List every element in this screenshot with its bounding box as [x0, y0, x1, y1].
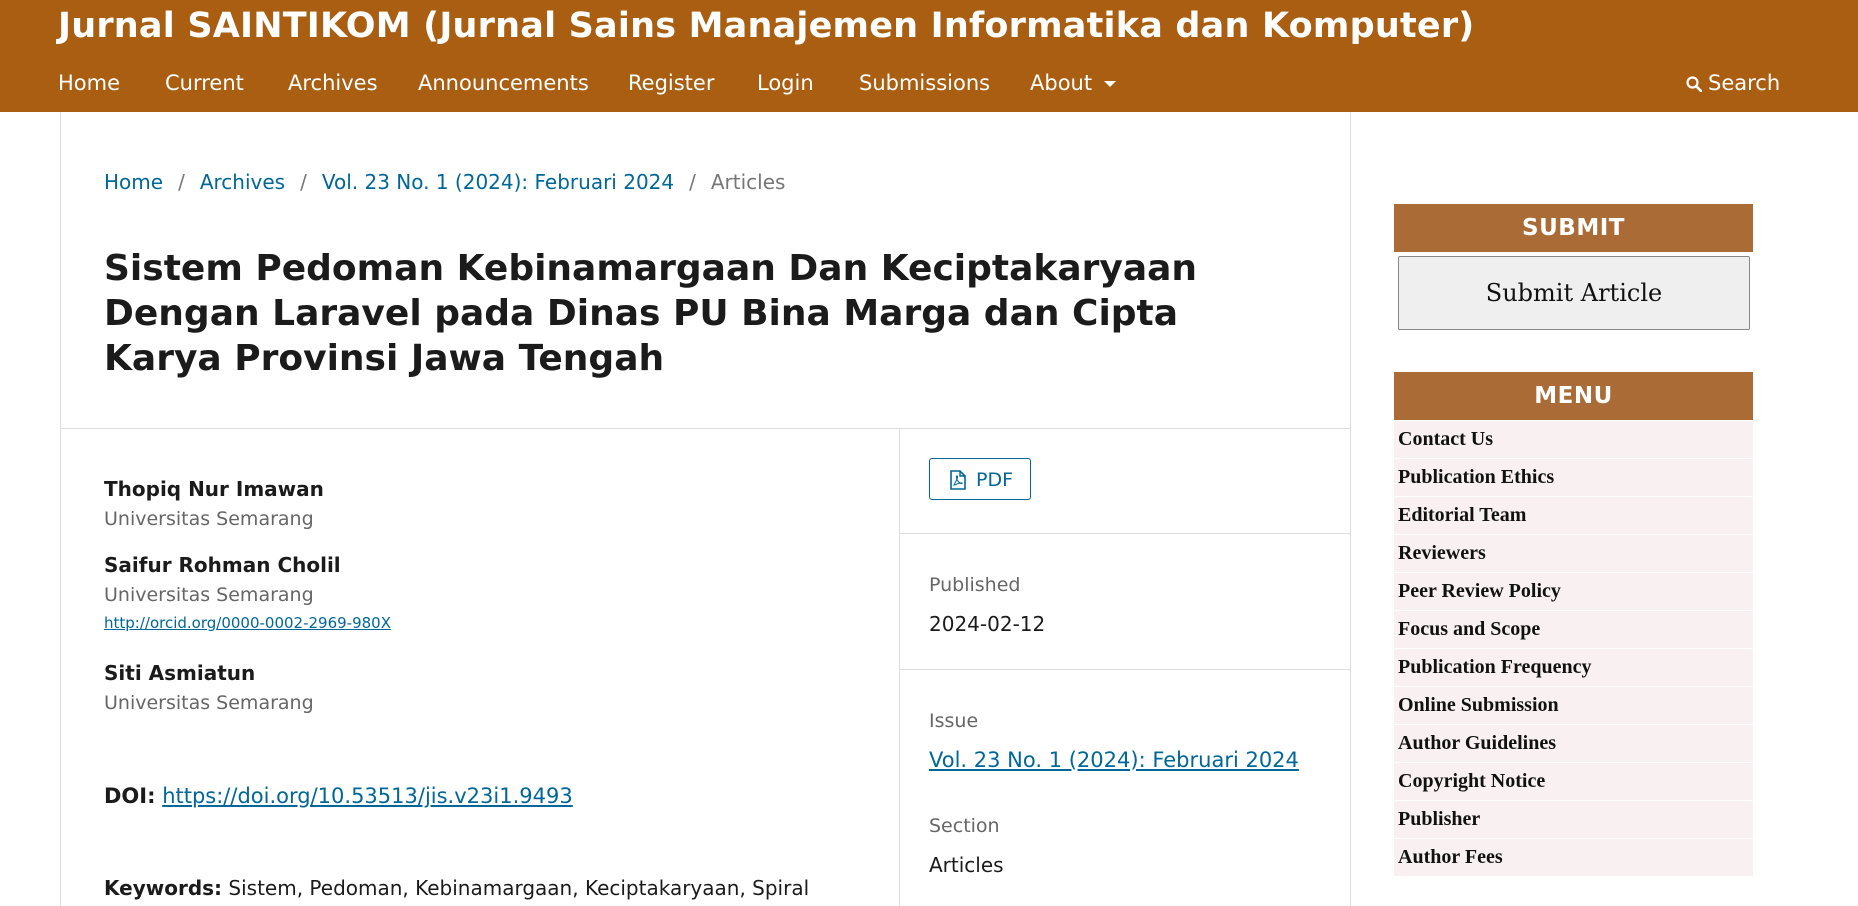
menu-item-peer-review-policy[interactable]: Peer Review Policy	[1394, 573, 1753, 610]
issue-label: Issue	[929, 710, 979, 732]
submit-article-button[interactable]: Submit Article	[1398, 256, 1750, 330]
sidebar-menu: Contact Us Publication Ethics Editorial …	[1394, 421, 1753, 877]
menu-item-author-guidelines[interactable]: Author Guidelines	[1394, 725, 1753, 762]
article-title: Sistem Pedoman Kebinamargaan Dan Kecipta…	[104, 248, 1198, 379]
keywords-label: Keywords:	[104, 876, 223, 900]
author-name: Thopiq Nur Imawan	[104, 477, 324, 501]
author-affiliation: Universitas Semarang	[104, 692, 314, 714]
doi-row: DOI: https://doi.org/10.53513/jis.v23i1.…	[104, 784, 573, 808]
breadcrumb: Home / Archives / Vol. 23 No. 1 (2024): Febr…	[104, 166, 785, 198]
site-header: Jurnal SAINTIKOM (Jurnal Sains Manajemen…	[0, 0, 1858, 112]
breadcrumb-separator: /	[300, 170, 307, 194]
nav-about-dropdown[interactable]: About	[1030, 66, 1117, 100]
orcid-link[interactable]: http://orcid.org/0000-0002-2969-980X	[104, 614, 391, 632]
published-date: 2024-02-12	[929, 612, 1046, 636]
nav-current[interactable]: Current	[165, 66, 244, 100]
menu-item-publication-frequency[interactable]: Publication Frequency	[1394, 649, 1753, 686]
nav-login[interactable]: Login	[757, 66, 814, 100]
breadcrumb-current: Articles	[710, 170, 786, 194]
search-label: Search	[1708, 71, 1781, 95]
pdf-download-button[interactable]: PDF	[929, 458, 1031, 500]
breadcrumb-separator: /	[178, 170, 185, 194]
search-link[interactable]: Search	[1686, 66, 1780, 100]
search-icon	[1686, 76, 1702, 92]
divider	[61, 428, 1350, 429]
author-name: Siti Asmiatun	[104, 661, 256, 685]
breadcrumb-issue[interactable]: Vol. 23 No. 1 (2024): Februari 2024	[322, 170, 674, 194]
nav-archives[interactable]: Archives	[288, 66, 378, 100]
nav-submissions[interactable]: Submissions	[859, 66, 990, 100]
breadcrumb-home[interactable]: Home	[104, 170, 163, 194]
menu-heading: MENU	[1394, 372, 1753, 420]
doi-link[interactable]: https://doi.org/10.53513/jis.v23i1.9493	[162, 784, 573, 808]
article-panel: Home / Archives / Vol. 23 No. 1 (2024): Febr…	[60, 112, 1351, 906]
menu-item-editorial-team[interactable]: Editorial Team	[1394, 497, 1753, 534]
section-value: Articles	[929, 853, 1004, 877]
author-affiliation: Universitas Semarang	[104, 584, 314, 606]
nav-about: About	[1030, 71, 1093, 95]
breadcrumb-separator: /	[689, 170, 696, 194]
nav-home[interactable]: Home	[58, 66, 120, 100]
divider	[900, 669, 1350, 670]
published-label: Published	[929, 574, 1021, 596]
author-entry: Saifur Rohman Cholil Universitas Semaran…	[104, 550, 391, 636]
menu-item-author-fees[interactable]: Author Fees	[1394, 839, 1753, 876]
issue-link[interactable]: Vol. 23 No. 1 (2024): Februari 2024	[929, 748, 1299, 772]
pdf-label: PDF	[976, 469, 1014, 491]
keywords-row: Keywords: Sistem, Pedoman, Kebinamargaan…	[104, 876, 809, 900]
pdf-file-icon	[950, 470, 966, 490]
breadcrumb-archives[interactable]: Archives	[200, 170, 285, 194]
site-title[interactable]: Jurnal SAINTIKOM (Jurnal Sains Manajemen…	[58, 6, 1475, 46]
keywords-value: Sistem, Pedoman, Kebinamargaan, Keciptak…	[228, 876, 810, 900]
menu-item-publication-ethics[interactable]: Publication Ethics	[1394, 459, 1753, 496]
doi-label: DOI:	[104, 784, 156, 808]
author-affiliation: Universitas Semarang	[104, 508, 314, 530]
nav-register[interactable]: Register	[628, 66, 714, 100]
primary-nav: Home Current Archives Announcements Regi…	[0, 66, 1858, 100]
menu-item-publisher[interactable]: Publisher	[1394, 801, 1753, 838]
divider	[900, 533, 1350, 534]
menu-item-online-submission[interactable]: Online Submission	[1394, 687, 1753, 724]
nav-announcements[interactable]: Announcements	[418, 66, 589, 100]
submit-heading: SUBMIT	[1394, 204, 1753, 252]
menu-item-copyright-notice[interactable]: Copyright Notice	[1394, 763, 1753, 800]
chevron-down-icon	[1104, 81, 1117, 87]
author-entry: Siti Asmiatun Universitas Semarang	[104, 658, 314, 718]
author-entry: Thopiq Nur Imawan Universitas Semarang	[104, 474, 324, 534]
menu-item-contact-us[interactable]: Contact Us	[1394, 421, 1753, 458]
menu-item-focus-and-scope[interactable]: Focus and Scope	[1394, 611, 1753, 648]
menu-item-reviewers[interactable]: Reviewers	[1394, 535, 1753, 572]
author-name: Saifur Rohman Cholil	[104, 553, 341, 577]
section-label: Section	[929, 815, 1000, 837]
column-divider	[899, 428, 900, 906]
